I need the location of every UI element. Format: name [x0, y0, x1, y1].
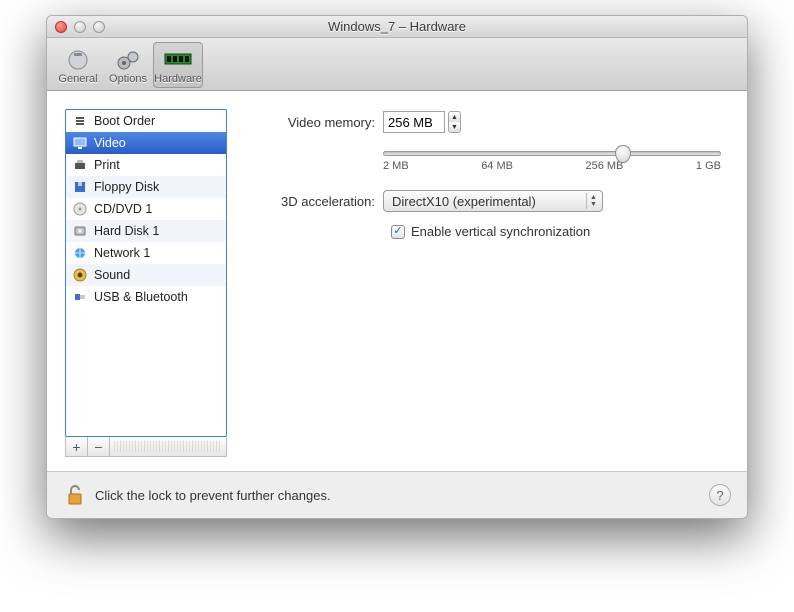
sidebar-item-video[interactable]: Video [66, 132, 226, 154]
remove-button[interactable]: − [88, 437, 110, 456]
sidebar-item-network[interactable]: Network 1 [66, 242, 226, 264]
memory-chip-icon [163, 47, 193, 73]
tick-label: 1 GB [696, 160, 721, 172]
titlebar: Windows_7 – Hardware [47, 16, 747, 38]
video-memory-slider-row: 2 MB 64 MB 256 MB 1 GB [251, 143, 729, 172]
harddisk-icon [72, 223, 88, 239]
toolbar-tab-options[interactable]: Options [103, 42, 153, 88]
hardware-list[interactable]: Boot Order Video Print Floppy Disk CD/DV… [65, 109, 227, 437]
footer: Click the lock to prevent further change… [47, 471, 747, 518]
window-title: Windows_7 – Hardware [47, 19, 747, 34]
toolbar-label: Options [109, 73, 147, 85]
sidebar-item-cddvd[interactable]: CD/DVD 1 [66, 198, 226, 220]
slider-track[interactable] [383, 151, 721, 156]
accel-label: 3D acceleration: [251, 194, 383, 209]
sidebar-item-label: Floppy Disk [94, 180, 159, 194]
usb-icon [72, 289, 88, 305]
accel-row: 3D acceleration: DirectX10 (experimental… [251, 190, 729, 212]
preferences-window: Windows_7 – Hardware General Options Har… [46, 15, 748, 519]
settings-pane: Video memory: ▲ ▼ 2 MB [251, 109, 729, 457]
stepper-down[interactable]: ▼ [449, 122, 460, 132]
content-area: Boot Order Video Print Floppy Disk CD/DV… [47, 91, 747, 471]
toolbar-tab-general[interactable]: General [53, 42, 103, 88]
sidebar-item-print[interactable]: Print [66, 154, 226, 176]
stepper-up[interactable]: ▲ [449, 112, 460, 122]
disc-icon [72, 201, 88, 217]
sidebar: Boot Order Video Print Floppy Disk CD/DV… [65, 109, 227, 457]
zoom-button[interactable] [93, 21, 105, 33]
gears-icon [113, 47, 143, 73]
toolbar-label: General [58, 73, 97, 85]
printer-icon [72, 157, 88, 173]
sidebar-item-label: Sound [94, 268, 130, 282]
video-memory-stepper: ▲ ▼ [383, 111, 461, 133]
sidebar-item-floppy[interactable]: Floppy Disk [66, 176, 226, 198]
general-icon [63, 47, 93, 73]
sidebar-item-label: Print [94, 158, 120, 172]
slider-ticks: 2 MB 64 MB 256 MB 1 GB [383, 160, 721, 172]
grip [114, 441, 222, 452]
monitor-icon [72, 135, 88, 151]
sidebar-item-label: Network 1 [94, 246, 150, 260]
sidebar-item-boot-order[interactable]: Boot Order [66, 110, 226, 132]
accel-value: DirectX10 (experimental) [392, 194, 536, 209]
video-memory-label: Video memory: [251, 115, 383, 130]
traffic-lights [55, 21, 105, 33]
help-button[interactable]: ? [709, 484, 731, 506]
video-memory-input[interactable] [383, 111, 445, 133]
sidebar-item-harddisk[interactable]: Hard Disk 1 [66, 220, 226, 242]
lock-text: Click the lock to prevent further change… [95, 488, 331, 503]
tick-label: 64 MB [481, 160, 513, 172]
speaker-icon [72, 267, 88, 283]
close-button[interactable] [55, 21, 67, 33]
lock-icon[interactable] [63, 484, 85, 506]
sidebar-item-label: CD/DVD 1 [94, 202, 152, 216]
vsync-row: ✓ Enable vertical synchronization [391, 224, 729, 239]
video-memory-slider[interactable]: 2 MB 64 MB 256 MB 1 GB [383, 143, 721, 172]
sidebar-item-usb[interactable]: USB & Bluetooth [66, 286, 226, 308]
sidebar-item-label: USB & Bluetooth [94, 290, 188, 304]
vsync-checkbox[interactable]: ✓ [391, 225, 405, 239]
network-icon [72, 245, 88, 261]
toolbar-label: Hardware [154, 73, 202, 85]
vsync-label: Enable vertical synchronization [411, 224, 590, 239]
boot-order-icon [72, 113, 88, 129]
toolbar: General Options Hardware [47, 38, 747, 91]
list-actions: + − [65, 437, 227, 457]
accel-popup[interactable]: DirectX10 (experimental) ▲▼ [383, 190, 603, 212]
floppy-icon [72, 179, 88, 195]
video-memory-row: Video memory: ▲ ▼ [251, 111, 729, 133]
sidebar-item-sound[interactable]: Sound [66, 264, 226, 286]
minimize-button[interactable] [74, 21, 86, 33]
sidebar-item-label: Video [94, 136, 126, 150]
sidebar-item-label: Hard Disk 1 [94, 224, 159, 238]
sidebar-item-label: Boot Order [94, 114, 155, 128]
add-button[interactable]: + [66, 437, 88, 456]
stepper-buttons: ▲ ▼ [448, 111, 461, 133]
tick-label: 2 MB [383, 160, 409, 172]
toolbar-tab-hardware[interactable]: Hardware [153, 42, 203, 88]
popup-arrows-icon: ▲▼ [586, 193, 600, 209]
